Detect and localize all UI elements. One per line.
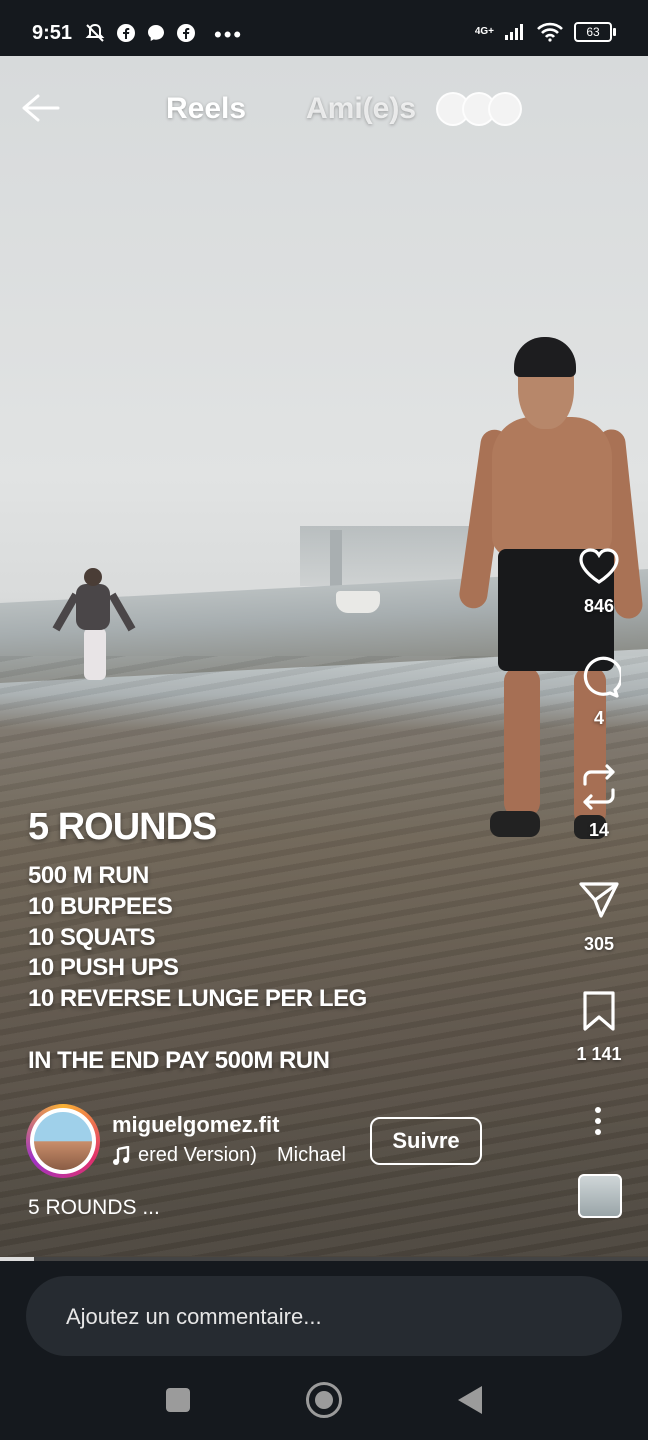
workout-title: 5 ROUNDS	[28, 806, 217, 848]
facebook-icon	[117, 24, 135, 42]
save-count: 1 141	[576, 1044, 622, 1064]
city-skyline	[300, 526, 480, 586]
friend-avatar	[488, 92, 522, 126]
video-progress-bar[interactable]	[0, 1257, 648, 1261]
author-username[interactable]: miguelgomez.fit	[112, 1112, 279, 1138]
recent-apps-icon[interactable]	[166, 1388, 190, 1412]
music-info[interactable]: ered Version) Michael	[112, 1144, 346, 1167]
back-arrow-icon[interactable]	[20, 92, 60, 124]
signal-icon	[505, 24, 523, 40]
workout-line: 10 BURPEES	[28, 893, 173, 920]
wifi-icon	[537, 22, 563, 42]
caption-preview[interactable]: 5 ROUNDS ...	[28, 1196, 160, 1220]
battery-icon: 63	[574, 22, 616, 42]
music-artist: Michael	[276, 1144, 346, 1166]
send-icon	[579, 882, 619, 918]
battery-level: 63	[586, 25, 600, 39]
network-type: 4G+	[474, 26, 494, 37]
notification-icons	[84, 22, 196, 44]
messenger-icon	[148, 25, 164, 41]
walking-woman	[52, 568, 136, 688]
comment-button[interactable]: 4	[574, 656, 624, 729]
status-bar: 9:51 ••• 4G+ 63	[0, 0, 648, 56]
mute-bell-icon	[85, 23, 105, 42]
friends-avatars[interactable]	[436, 92, 522, 126]
bookmark-icon	[583, 991, 615, 1031]
repost-button[interactable]: 14	[574, 764, 624, 841]
comment-placeholder: Ajoutez un commentaire...	[66, 1304, 322, 1329]
audio-thumbnail[interactable]	[578, 1174, 622, 1218]
home-icon[interactable]	[306, 1382, 342, 1418]
workout-line: 10 REVERSE LUNGE PER LEG	[28, 985, 367, 1012]
system-icons: 4G+ 63	[474, 22, 616, 42]
back-triangle-icon[interactable]	[458, 1386, 482, 1414]
heart-icon	[579, 548, 619, 584]
workout-line: 500 M RUN	[28, 862, 149, 889]
boat	[336, 591, 380, 613]
tower	[330, 530, 342, 590]
comment-count: 4	[593, 708, 604, 728]
repost-icon	[583, 764, 615, 810]
facebook-icon-2	[177, 24, 195, 42]
like-count: 846	[583, 596, 615, 616]
music-note-icon	[113, 1145, 130, 1165]
status-time: 9:51	[32, 22, 73, 44]
share-count: 305	[583, 934, 615, 954]
more-options-icon[interactable]	[590, 1106, 606, 1136]
avatar[interactable]	[26, 1104, 100, 1178]
tab-friends[interactable]: Ami(e)s	[306, 92, 416, 126]
tab-reels[interactable]: Reels	[166, 92, 246, 126]
music-title: ered Version)	[138, 1144, 257, 1166]
reel-video[interactable]	[0, 56, 648, 1260]
more-notifications-icon: •••	[214, 22, 244, 47]
like-button[interactable]: 846	[574, 546, 624, 617]
share-button[interactable]: 305	[574, 880, 624, 955]
workout-line: 10 SQUATS	[28, 924, 156, 951]
workout-final: IN THE END PAY 500M RUN	[28, 1047, 330, 1074]
workout-line: 10 PUSH UPS	[28, 954, 179, 981]
repost-count: 14	[588, 820, 610, 840]
save-button[interactable]: 1 141	[574, 990, 624, 1065]
comment-icon	[583, 656, 621, 698]
follow-button[interactable]: Suivre	[370, 1117, 482, 1165]
video-progress-fill	[0, 1257, 34, 1261]
